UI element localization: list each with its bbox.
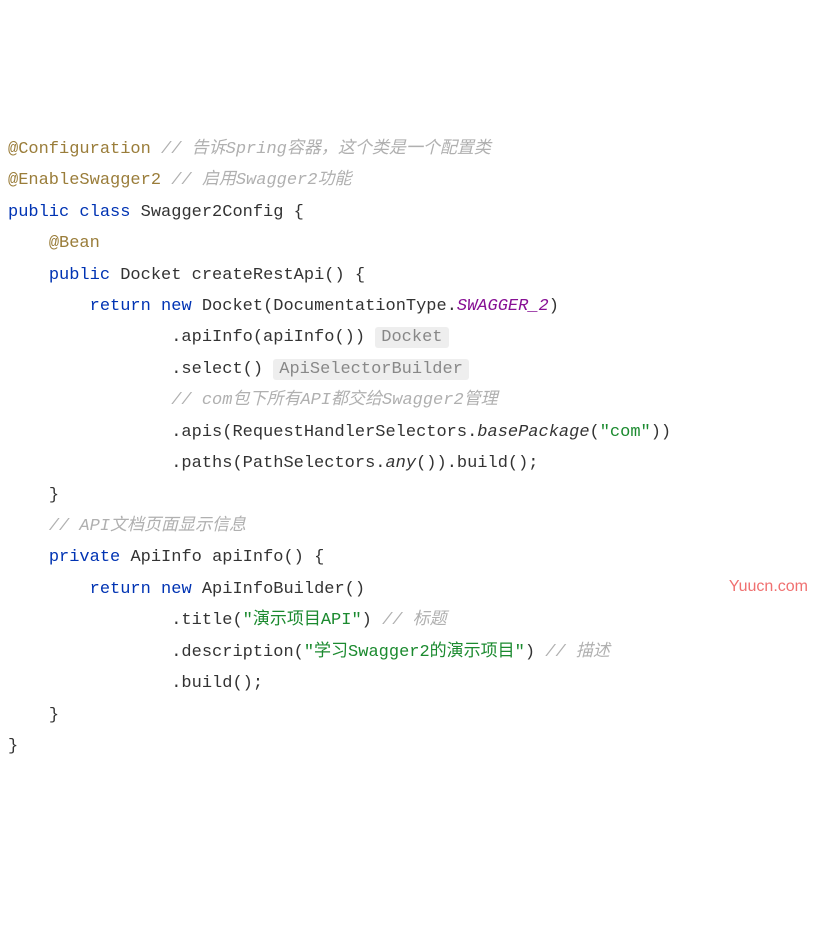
- keyword-new: new: [161, 297, 192, 316]
- close-paren: ): [362, 611, 372, 630]
- code-line: public class Swagger2Config {: [8, 197, 816, 228]
- enum-constant: SWAGGER_2: [457, 297, 549, 316]
- code-line: return new ApiInfoBuilder(): [8, 574, 816, 605]
- type-hint: ApiSelectorBuilder: [273, 359, 469, 380]
- method-chain: .apiInfo(apiInfo()): [171, 328, 365, 347]
- code-line: .description("学习Swagger2的演示项目") // 描述: [8, 637, 816, 668]
- return-type: ApiInfo: [130, 548, 201, 567]
- method-chain: .apis(RequestHandlerSelectors.: [171, 423, 477, 442]
- constructor: Docket(DocumentationType.: [202, 297, 457, 316]
- watermark: Yuucn.com: [729, 572, 808, 602]
- annotation: @Configuration: [8, 140, 151, 159]
- static-method: basePackage: [477, 423, 589, 442]
- keyword-new: new: [161, 580, 192, 599]
- code-line: @EnableSwagger2 // 启用Swagger2功能: [8, 165, 816, 196]
- keyword-public: public: [49, 266, 110, 285]
- keyword-return: return: [90, 580, 151, 599]
- code-line: @Bean: [8, 228, 816, 259]
- method-chain: .description(: [171, 643, 304, 662]
- comment: // 标题: [382, 611, 447, 630]
- code-line: public Docket createRestApi() {: [8, 260, 816, 291]
- code-line: .apis(RequestHandlerSelectors.basePackag…: [8, 417, 816, 448]
- method-name: createRestApi: [192, 266, 325, 285]
- code-line: // API文档页面显示信息: [8, 511, 816, 542]
- annotation: @EnableSwagger2: [8, 171, 161, 190]
- method-name: apiInfo: [212, 548, 283, 567]
- keyword-return: return: [90, 297, 151, 316]
- return-type: Docket: [120, 266, 181, 285]
- code-line: private ApiInfo apiInfo() {: [8, 542, 816, 573]
- keyword-public: public: [8, 203, 69, 222]
- string-literal: "学习Swagger2的演示项目": [304, 643, 525, 662]
- string-literal: "com": [600, 423, 651, 442]
- method-chain: .paths(PathSelectors.: [171, 454, 385, 473]
- brace: }: [8, 737, 18, 756]
- close-paren: )): [651, 423, 671, 442]
- comment: // API文档页面显示信息: [49, 517, 246, 536]
- static-method: any: [385, 454, 416, 473]
- code-line: .title("演示项目API") // 标题: [8, 605, 816, 636]
- annotation: @Bean: [49, 234, 100, 253]
- method-chain: .select(): [171, 360, 263, 379]
- class-name: Swagger2Config: [141, 203, 284, 222]
- close: ()).build();: [416, 454, 538, 473]
- brace: }: [49, 706, 59, 725]
- parens: () {: [283, 548, 324, 567]
- close-paren: ): [525, 643, 535, 662]
- code-line: .apiInfo(apiInfo()) Docket: [8, 322, 816, 353]
- method-chain: .build();: [171, 674, 263, 693]
- code-line: // com包下所有API都交给Swagger2管理: [8, 385, 816, 416]
- brace: }: [49, 486, 59, 505]
- paren: (: [590, 423, 600, 442]
- code-line: }: [8, 480, 816, 511]
- code-line: .paths(PathSelectors.any()).build();: [8, 448, 816, 479]
- constructor: ApiInfoBuilder(): [202, 580, 365, 599]
- parens: () {: [324, 266, 365, 285]
- string-literal: "演示项目API": [243, 611, 362, 630]
- code-line: }: [8, 731, 816, 762]
- comment: // 告诉Spring容器，这个类是一个配置类: [161, 140, 491, 159]
- code-line: return new Docket(DocumentationType.SWAG…: [8, 291, 816, 322]
- type-hint: Docket: [375, 327, 448, 348]
- code-line: @Configuration // 告诉Spring容器，这个类是一个配置类: [8, 134, 816, 165]
- code-line: .select() ApiSelectorBuilder: [8, 354, 816, 385]
- code-line: .build();: [8, 668, 816, 699]
- keyword-private: private: [49, 548, 120, 567]
- brace: {: [294, 203, 304, 222]
- comment: // 描述: [545, 643, 610, 662]
- comment: // 启用Swagger2功能: [171, 171, 351, 190]
- close-paren: ): [549, 297, 559, 316]
- comment: // com包下所有API都交给Swagger2管理: [171, 391, 497, 410]
- method-chain: .title(: [171, 611, 242, 630]
- code-line: }: [8, 700, 816, 731]
- keyword-class: class: [79, 203, 130, 222]
